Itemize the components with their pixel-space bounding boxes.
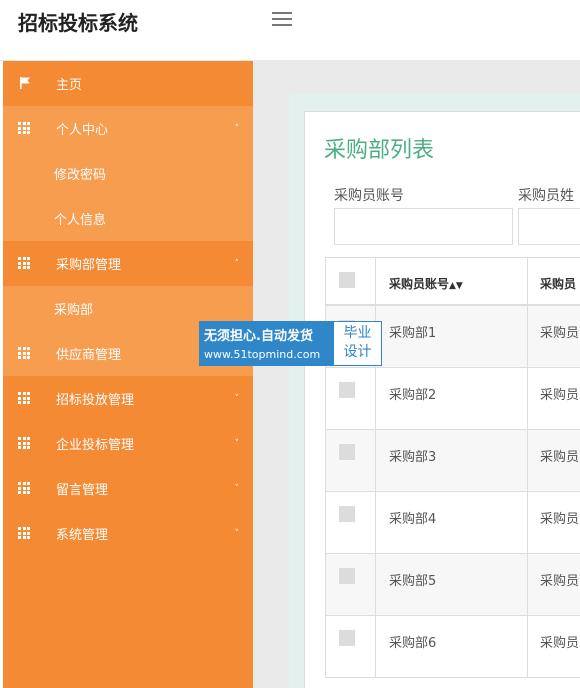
row-checkbox[interactable] bbox=[339, 444, 355, 460]
table-row: 采购部3 采购员 bbox=[325, 430, 580, 492]
page-title: 采购部列表 bbox=[324, 138, 435, 163]
sidebar-item-personal-center[interactable]: 个人中心 ˄ bbox=[3, 106, 253, 151]
cell-name: 采购员 bbox=[540, 574, 580, 589]
chevron-down-icon: ˅ bbox=[234, 483, 240, 494]
sidebar-item-label: 招标投放管理 bbox=[56, 393, 135, 408]
content-wrapper: 采购部列表 采购员账号 采购员姓 采购员账号▲▼ 采购员 采购部1 采购员 采购… bbox=[289, 94, 580, 688]
chevron-up-icon: ˄ bbox=[234, 123, 240, 134]
chevron-up-icon: ˄ bbox=[234, 258, 240, 269]
watermark-slogan: 无须担心.自动发货 bbox=[204, 329, 313, 344]
cell-account: 采购部6 bbox=[389, 636, 437, 651]
cell-name: 采购员 bbox=[540, 388, 580, 403]
cell-account: 采购部1 bbox=[389, 326, 437, 341]
table-row: 采购部2 采购员 bbox=[325, 368, 580, 430]
sidebar-item-label: 采购部管理 bbox=[56, 258, 122, 273]
sidebar-item-bid-management[interactable]: 企业投标管理 ˅ bbox=[3, 421, 253, 466]
chevron-down-icon: ˅ bbox=[234, 393, 240, 404]
watermark-banner: 无须担心.自动发货 www.51topmind.com 毕业 设计 bbox=[199, 321, 382, 366]
cell-name: 采购员 bbox=[540, 450, 580, 465]
watermark-badge-top: 毕业 bbox=[343, 325, 372, 341]
sidebar-item-message-management[interactable]: 留言管理 ˅ bbox=[3, 466, 253, 511]
cell-account: 采购部3 bbox=[389, 450, 437, 465]
name-filter-label: 采购员姓 bbox=[518, 188, 574, 204]
cell-account: 采购部5 bbox=[389, 574, 437, 589]
top-bar: 招标投标系统 bbox=[0, 0, 580, 61]
grid-icon bbox=[18, 122, 32, 134]
watermark-badge-bottom: 设计 bbox=[343, 344, 372, 360]
sidebar-item-home[interactable]: 主页 bbox=[3, 61, 253, 106]
sidebar-item-label: 修改密码 bbox=[54, 168, 107, 183]
cell-account: 采购部4 bbox=[389, 512, 437, 527]
sidebar-subitem-personal-info[interactable]: 个人信息 bbox=[3, 196, 253, 241]
watermark-url: www.51topmind.com bbox=[204, 348, 321, 361]
cell-name: 采购员 bbox=[540, 326, 580, 341]
grid-icon bbox=[18, 527, 32, 539]
sidebar-item-system-management[interactable]: 系统管理 ˅ bbox=[3, 511, 253, 556]
sidebar-item-label: 采购部 bbox=[54, 303, 94, 318]
chevron-down-icon: ˅ bbox=[234, 528, 240, 539]
grid-icon bbox=[18, 347, 32, 359]
column-header-name: 采购员 bbox=[540, 277, 577, 291]
sidebar: 主页 个人中心 ˄ 修改密码 个人信息 采购部管理 ˄ 采购部 供应商管理 招标… bbox=[3, 61, 253, 688]
cell-account: 采购部2 bbox=[389, 388, 437, 403]
hamburger-menu-icon[interactable] bbox=[272, 12, 292, 26]
sidebar-subitem-change-password[interactable]: 修改密码 bbox=[3, 151, 253, 196]
grid-icon bbox=[18, 392, 32, 404]
row-checkbox[interactable] bbox=[339, 506, 355, 522]
row-checkbox[interactable] bbox=[339, 630, 355, 646]
sidebar-item-label: 个人中心 bbox=[56, 123, 109, 138]
list-panel: 采购部列表 采购员账号 采购员姓 采购员账号▲▼ 采购员 采购部1 采购员 采购… bbox=[304, 111, 580, 688]
sidebar-item-label: 留言管理 bbox=[56, 483, 109, 498]
cell-name: 采购员 bbox=[540, 636, 580, 651]
grid-icon bbox=[18, 437, 32, 449]
account-filter-label: 采购员账号 bbox=[334, 188, 404, 204]
name-search-input[interactable] bbox=[518, 208, 580, 245]
column-header-account[interactable]: 采购员账号▲▼ bbox=[389, 275, 463, 292]
grid-icon bbox=[18, 482, 32, 494]
sidebar-item-label: 主页 bbox=[56, 78, 83, 93]
grid-icon bbox=[18, 257, 32, 269]
sidebar-item-label: 供应商管理 bbox=[56, 348, 122, 363]
table-header-row: 采购员账号▲▼ 采购员 bbox=[325, 258, 580, 306]
cell-name: 采购员 bbox=[540, 512, 580, 527]
sidebar-item-label: 个人信息 bbox=[54, 213, 107, 228]
sort-icon[interactable]: ▲▼ bbox=[449, 281, 463, 291]
table-row: 采购部4 采购员 bbox=[325, 492, 580, 554]
account-search-input[interactable] bbox=[334, 208, 513, 245]
select-all-checkbox[interactable] bbox=[339, 272, 355, 288]
main-content: 采购部列表 采购员账号 采购员姓 采购员账号▲▼ 采购员 采购部1 采购员 采购… bbox=[253, 61, 580, 688]
sidebar-item-label: 企业投标管理 bbox=[56, 438, 135, 453]
sidebar-item-purchasing-management[interactable]: 采购部管理 ˄ bbox=[3, 241, 253, 286]
chevron-down-icon: ˅ bbox=[234, 438, 240, 449]
flag-icon bbox=[20, 77, 30, 89]
sidebar-item-label: 系统管理 bbox=[56, 528, 109, 543]
app-title: 招标投标系统 bbox=[18, 11, 138, 35]
table-row: 采购部5 采购员 bbox=[325, 554, 580, 616]
row-checkbox[interactable] bbox=[339, 382, 355, 398]
table-row: 采购部6 采购员 bbox=[325, 616, 580, 678]
sidebar-item-tender-management[interactable]: 招标投放管理 ˅ bbox=[3, 376, 253, 421]
row-checkbox[interactable] bbox=[339, 568, 355, 584]
